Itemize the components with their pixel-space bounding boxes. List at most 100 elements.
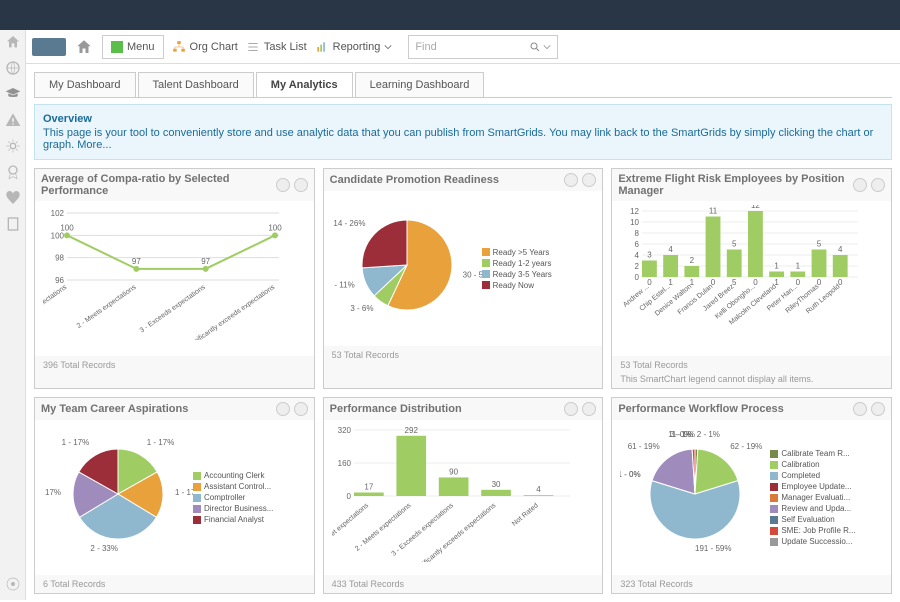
close-icon[interactable]	[294, 178, 308, 192]
chart-body[interactable]: 1 - 17%1 - 17%2 - 33%1 - 17%1 - 17%Accou…	[35, 420, 314, 575]
svg-text:98: 98	[55, 254, 64, 263]
doc-icon[interactable]	[5, 216, 21, 232]
svg-text:3 - 6%: 3 - 6%	[350, 304, 373, 313]
menu-icon	[111, 41, 123, 53]
chart-body[interactable]: 016032017292903041 - Does not meet expec…	[324, 420, 603, 575]
svg-text:12: 12	[751, 205, 760, 210]
legend-item: Ready 1-2 years	[482, 259, 552, 268]
legend: Accounting ClerkAssistant Control...Comp…	[193, 424, 273, 571]
tab-bar: My DashboardTalent DashboardMy Analytics…	[34, 72, 892, 98]
reporting-link[interactable]: Reporting	[315, 40, 393, 54]
svg-text:191 - 59%: 191 - 59%	[695, 544, 731, 553]
legend-item: Manager Evaluati...	[770, 493, 855, 502]
reporting-label: Reporting	[333, 41, 381, 53]
chart-body[interactable]: 0246810123041211105512011105040Andrew ..…	[612, 201, 891, 356]
chart-body[interactable]: 30 - 57%3 - 6%6 - 11%14 - 26%Ready >5 Ye…	[324, 191, 603, 346]
widget-w4: My Team Career Aspirations 1 - 17%1 - 17…	[34, 397, 315, 594]
legend-item: SME: Job Profile R...	[770, 526, 855, 535]
close-icon[interactable]	[294, 402, 308, 416]
gear-icon[interactable]	[276, 178, 290, 192]
svg-text:102: 102	[51, 209, 65, 218]
widget-title: Extreme Flight Risk Employees by Positio…	[618, 173, 853, 197]
overview-title: Overview	[43, 113, 883, 125]
widget-title: Performance Workflow Process	[618, 403, 783, 415]
widget-title: Average of Compa-ratio by Selected Perfo…	[41, 173, 276, 197]
tasklist-icon	[246, 40, 260, 54]
svg-text:61 - 19%: 61 - 19%	[628, 442, 660, 451]
svg-text:4: 4	[536, 485, 541, 494]
tasklist-link[interactable]: Task List	[246, 40, 307, 54]
overview-text: This page is your tool to conveniently s…	[43, 127, 883, 151]
svg-text:1 - 17%: 1 - 17%	[62, 438, 90, 447]
close-icon[interactable]	[582, 173, 596, 187]
gear-icon[interactable]	[853, 402, 867, 416]
svg-text:100: 100	[51, 231, 65, 240]
more-link[interactable]: More...	[77, 139, 111, 151]
svg-text:5: 5	[817, 240, 822, 249]
legend-item: Employee Update...	[770, 482, 855, 491]
widget-footer: 433 Total Records	[324, 575, 603, 593]
menu-label: Menu	[127, 41, 155, 53]
warning-icon[interactable]	[5, 112, 21, 128]
svg-text:97: 97	[132, 257, 141, 266]
globe-icon[interactable]	[5, 60, 21, 76]
legend-item: Assistant Control...	[193, 482, 273, 491]
svg-text:6 - 11%: 6 - 11%	[332, 281, 355, 290]
svg-text:320: 320	[337, 426, 351, 435]
tab-my-analytics[interactable]: My Analytics	[256, 72, 353, 97]
settings-bottom-icon[interactable]	[5, 576, 21, 592]
svg-text:30 - 57%: 30 - 57%	[462, 270, 481, 279]
svg-text:160: 160	[337, 459, 351, 468]
gear-icon[interactable]	[853, 178, 867, 192]
widget-footer: 53 Total Records	[324, 346, 603, 364]
heart-icon[interactable]	[5, 190, 21, 206]
app-logo	[32, 38, 66, 56]
tab-my-dashboard[interactable]: My Dashboard	[34, 72, 136, 97]
gear-icon[interactable]	[564, 402, 578, 416]
svg-text:1 - Does not meet expectations: 1 - Does not meet expectations	[43, 284, 69, 340]
home-button[interactable]	[74, 37, 94, 57]
medal-icon[interactable]	[5, 164, 21, 180]
close-icon[interactable]	[871, 178, 885, 192]
svg-text:12: 12	[630, 207, 639, 216]
widget-w1: Average of Compa-ratio by Selected Perfo…	[34, 168, 315, 389]
close-icon[interactable]	[582, 402, 596, 416]
legend-item: Ready 3-5 Years	[482, 270, 552, 279]
legend-item: Accounting Clerk	[193, 471, 273, 480]
svg-text:4: 4	[669, 245, 674, 254]
legend-item: Ready >5 Years	[482, 248, 552, 257]
gear-icon[interactable]	[564, 173, 578, 187]
tab-talent-dashboard[interactable]: Talent Dashboard	[138, 72, 254, 97]
tab-learning-dashboard[interactable]: Learning Dashboard	[355, 72, 485, 97]
legend-item: Review and Upda...	[770, 504, 855, 513]
svg-text:3: 3	[648, 251, 653, 260]
orgchart-link[interactable]: Org Chart	[172, 40, 238, 54]
svg-text:100: 100	[268, 223, 282, 232]
search-input[interactable]: Find	[408, 35, 558, 59]
close-icon[interactable]	[871, 402, 885, 416]
svg-text:11: 11	[709, 207, 718, 216]
legend-item: Ready Now	[482, 281, 552, 290]
svg-text:1 - Does not meet expectations: 1 - Does not meet expectations	[332, 502, 371, 562]
grad-cap-icon[interactable]	[5, 86, 21, 102]
svg-text:1 - 0%: 1 - 0%	[620, 470, 641, 479]
gear-icon[interactable]	[5, 138, 21, 154]
menu-button[interactable]: Menu	[102, 35, 164, 59]
svg-text:1 - 17%: 1 - 17%	[43, 488, 61, 497]
legend-item: Update Successio...	[770, 537, 855, 546]
svg-text:2 - 1%: 2 - 1%	[697, 430, 720, 439]
widget-grid: Average of Compa-ratio by Selected Perfo…	[34, 168, 892, 594]
main-toolbar: Menu Org Chart Task List Reporting Find	[26, 30, 900, 64]
home-icon[interactable]	[5, 34, 21, 50]
chart-body[interactable]: 2 - 1%62 - 19%191 - 59%1 - 0%1 - 0%61 - …	[612, 420, 891, 575]
svg-text:1: 1	[775, 262, 780, 271]
overview-info: Overview This page is your tool to conve…	[34, 104, 892, 160]
gear-icon[interactable]	[276, 402, 290, 416]
legend-item: Financial Analyst	[193, 515, 273, 524]
chevron-down-icon	[384, 43, 392, 51]
svg-text:100: 100	[60, 223, 74, 232]
widget-footer: 53 Total Records	[612, 356, 891, 374]
legend-item: Self Evaluation	[770, 515, 855, 524]
chart-body[interactable]: 969810010210097971001 - Does not meet ex…	[35, 201, 314, 356]
svg-text:0: 0	[635, 273, 640, 282]
